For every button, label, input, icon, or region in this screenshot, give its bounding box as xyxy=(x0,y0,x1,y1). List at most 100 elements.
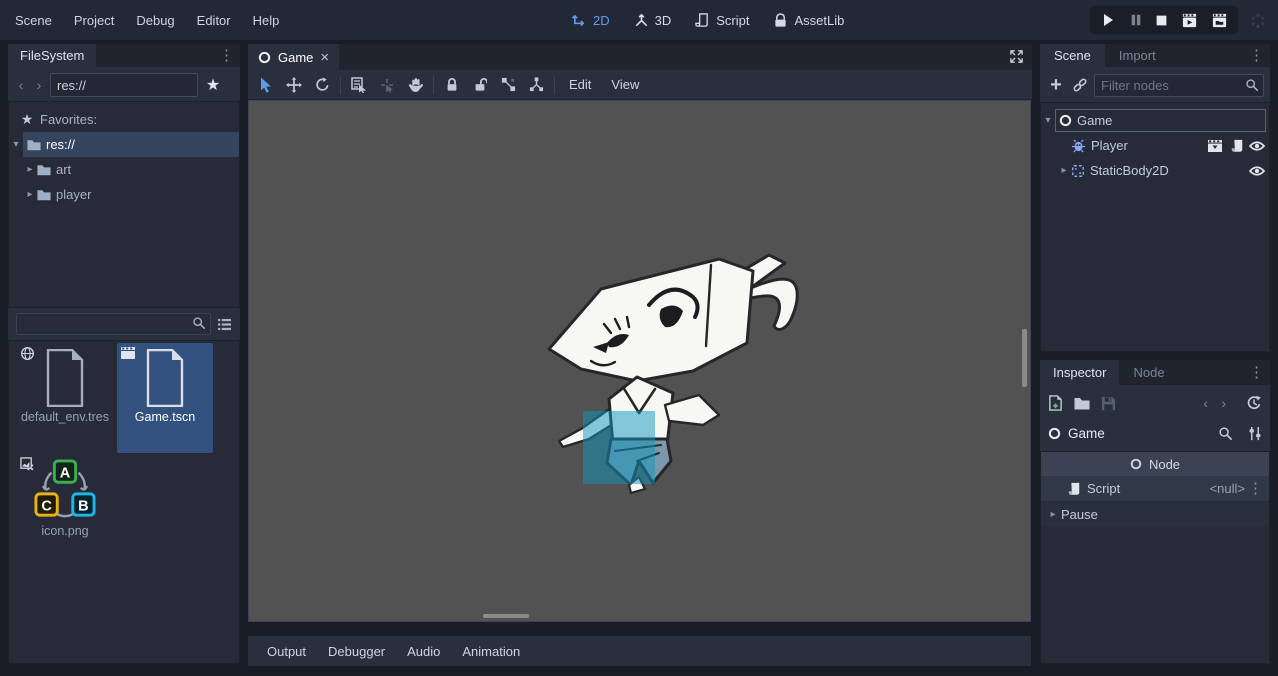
inspector-tab-bar: Inspector Node ⋮ xyxy=(1040,360,1270,385)
stop-button[interactable] xyxy=(1155,14,1168,27)
favorites-label: Favorites: xyxy=(40,112,97,127)
file-game-tscn[interactable]: Game.tscn xyxy=(117,343,213,453)
menu-debug[interactable]: Debug xyxy=(125,0,185,40)
node-circle-icon xyxy=(1130,458,1142,470)
canvas-edit-menu[interactable]: Edit xyxy=(559,70,601,100)
tree-item-favorites[interactable]: ★ Favorites: xyxy=(9,107,239,132)
scene-node-label: Game xyxy=(1077,113,1112,128)
workspace-3d[interactable]: 3D xyxy=(622,13,684,28)
filter-nodes-input[interactable] xyxy=(1094,74,1264,97)
menu-project[interactable]: Project xyxy=(63,0,125,40)
toolbar-separator xyxy=(554,76,555,94)
scene-node-staticbody2d[interactable]: ▸ StaticBody2D xyxy=(1041,158,1269,183)
property-script-row[interactable]: Script <null> ⋮ xyxy=(1041,476,1269,502)
scene-node-game[interactable]: ▾ Game xyxy=(1041,108,1269,133)
canvas-view-menu[interactable]: View xyxy=(601,70,649,100)
group-icon[interactable] xyxy=(494,73,522,97)
rotate-tool-icon[interactable] xyxy=(308,73,336,97)
instance-scene-link-icon[interactable] xyxy=(1072,77,1088,93)
visibility-eye-icon[interactable] xyxy=(1249,140,1265,152)
object-tools-icon[interactable] xyxy=(1248,426,1262,441)
staticbody-expand-icon[interactable]: ▸ xyxy=(1057,165,1071,176)
history-forward-icon[interactable]: › xyxy=(1221,395,1226,411)
lock-icon[interactable] xyxy=(438,73,466,97)
property-search-icon[interactable] xyxy=(1218,426,1233,441)
nav-forward-icon[interactable]: › xyxy=(32,77,46,93)
scene-node-player[interactable]: Player xyxy=(1041,133,1269,158)
visibility-eye-icon[interactable] xyxy=(1249,165,1265,177)
bottom-tab-output[interactable]: Output xyxy=(258,636,315,666)
file-icon-png[interactable]: A C B icon.png xyxy=(17,457,113,549)
filesystem-dock-menu-icon[interactable]: ⋮ xyxy=(219,48,234,63)
tab-node[interactable]: Node xyxy=(1119,360,1178,385)
horizontal-scrollbar-thumb[interactable] xyxy=(483,614,529,618)
tab-scene[interactable]: Scene xyxy=(1040,44,1105,67)
workspace-switcher: 2D 3D Script AssetLib xyxy=(560,0,856,40)
tree-item-player[interactable]: ▸ player xyxy=(9,182,239,207)
tree-item-art[interactable]: ▸ art xyxy=(9,157,239,182)
toolbar-separator xyxy=(433,76,434,94)
scene-dock-menu-icon[interactable]: ⋮ xyxy=(1249,48,1264,63)
workspace-assetlib-label: AssetLib xyxy=(794,13,844,28)
tab-game-scene[interactable]: Game × xyxy=(248,44,339,70)
filesystem-search-bar xyxy=(8,310,240,338)
script-property-menu-icon[interactable]: ⋮ xyxy=(1248,481,1263,496)
distraction-free-icon[interactable] xyxy=(1009,49,1024,64)
inspector-dock-menu-icon[interactable]: ⋮ xyxy=(1249,365,1264,380)
ungroup-icon[interactable] xyxy=(522,73,550,97)
new-resource-icon[interactable] xyxy=(1048,395,1063,411)
play-button[interactable] xyxy=(1100,12,1116,28)
menu-editor[interactable]: Editor xyxy=(186,0,242,40)
select-tool-icon[interactable] xyxy=(252,73,280,97)
pan-tool-icon[interactable] xyxy=(401,73,429,97)
pause-expand-icon[interactable]: ▸ xyxy=(1047,509,1059,520)
menu-help[interactable]: Help xyxy=(242,0,291,40)
bottom-tab-debugger[interactable]: Debugger xyxy=(319,636,394,666)
move-tool-icon[interactable] xyxy=(280,73,308,97)
workspace-2d[interactable]: 2D xyxy=(560,13,622,28)
collision-shape-rect[interactable] xyxy=(583,411,655,484)
file-default-env[interactable]: default_env.tres xyxy=(17,343,113,453)
tab-import[interactable]: Import xyxy=(1105,44,1170,67)
list-select-icon[interactable] xyxy=(345,73,373,97)
pause-button[interactable] xyxy=(1129,13,1143,27)
viewport-canvas[interactable] xyxy=(248,100,1031,622)
nav-back-icon[interactable]: ‹ xyxy=(14,77,28,93)
tab-filesystem[interactable]: FileSystem xyxy=(8,44,96,67)
bottom-tab-audio[interactable]: Audio xyxy=(398,636,449,666)
scene-node-label: StaticBody2D xyxy=(1090,163,1169,178)
unlock-icon[interactable] xyxy=(466,73,494,97)
snap-options-icon[interactable] xyxy=(373,73,401,97)
file-list-display-mode-icon[interactable] xyxy=(217,318,232,331)
scene-clapper-badge-icon xyxy=(120,346,136,360)
tab-inspector[interactable]: Inspector xyxy=(1040,360,1119,385)
close-tab-icon[interactable]: × xyxy=(320,49,329,66)
tree-item-res-root[interactable]: ▾ res:// xyxy=(9,132,239,157)
game-collapse-icon[interactable]: ▾ xyxy=(1041,115,1055,126)
file-search-input[interactable] xyxy=(16,313,211,335)
attached-script-icon[interactable] xyxy=(1230,139,1244,153)
path-input[interactable] xyxy=(50,73,198,97)
player-expand-icon[interactable]: ▸ xyxy=(23,189,37,200)
object-history-icon[interactable] xyxy=(1246,395,1262,411)
vertical-scrollbar-thumb[interactable] xyxy=(1022,329,1027,387)
history-back-icon[interactable]: ‹ xyxy=(1203,395,1208,411)
script-property-value[interactable]: <null> xyxy=(1210,481,1245,496)
save-resource-icon[interactable] xyxy=(1101,396,1116,411)
favorite-toggle-icon[interactable]: ★ xyxy=(202,75,224,95)
menu-scene[interactable]: Scene xyxy=(4,0,63,40)
inspector-category-node[interactable]: Node xyxy=(1041,452,1269,476)
open-instanced-scene-icon[interactable] xyxy=(1207,139,1223,153)
add-node-icon[interactable]: + xyxy=(1046,75,1066,95)
kinematicbody2d-icon xyxy=(1071,139,1086,153)
workspace-script[interactable]: Script xyxy=(683,13,761,28)
res-root-collapse-icon[interactable]: ▾ xyxy=(9,139,23,150)
workspace-assetlib[interactable]: AssetLib xyxy=(761,13,856,28)
player-character-sprite xyxy=(541,247,809,495)
property-pause-row[interactable]: ▸ Pause xyxy=(1041,502,1269,526)
play-custom-scene-button[interactable] xyxy=(1211,12,1228,29)
art-expand-icon[interactable]: ▸ xyxy=(23,164,37,175)
play-scene-button[interactable] xyxy=(1181,12,1198,29)
load-resource-folder-icon[interactable] xyxy=(1074,397,1090,410)
bottom-tab-animation[interactable]: Animation xyxy=(453,636,529,666)
